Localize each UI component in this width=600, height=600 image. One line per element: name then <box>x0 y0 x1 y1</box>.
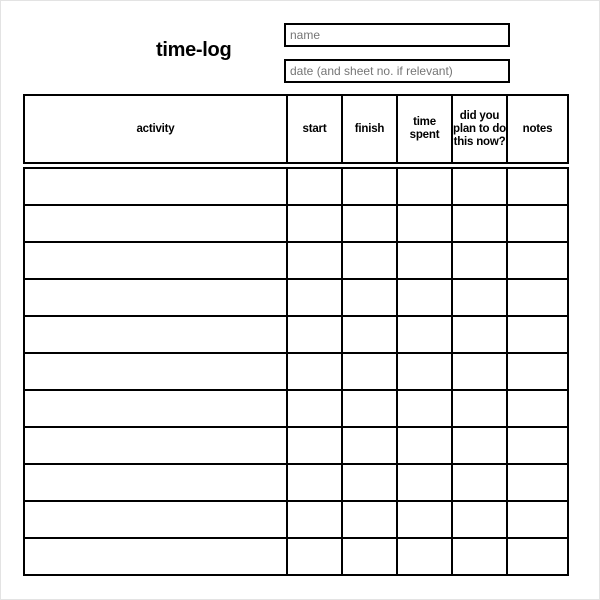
cell-start[interactable] <box>286 463 343 502</box>
cell-plan[interactable] <box>451 167 508 206</box>
cell-spent[interactable] <box>396 278 453 317</box>
cell-start[interactable] <box>286 500 343 539</box>
column-header-did-you-plan: did you plan to do this now? <box>451 94 508 164</box>
table-row <box>23 278 569 317</box>
cell-plan[interactable] <box>451 426 508 465</box>
cell-spent[interactable] <box>396 463 453 502</box>
cell-activity[interactable] <box>23 463 288 502</box>
cell-activity[interactable] <box>23 352 288 391</box>
cell-notes[interactable] <box>506 278 569 317</box>
column-header-finish: finish <box>341 94 398 164</box>
cell-notes[interactable] <box>506 241 569 280</box>
table-row <box>23 500 569 539</box>
cell-notes[interactable] <box>506 426 569 465</box>
cell-plan[interactable] <box>451 537 508 576</box>
table-row <box>23 167 569 206</box>
cell-finish[interactable] <box>341 278 398 317</box>
cell-start[interactable] <box>286 389 343 428</box>
cell-plan[interactable] <box>451 278 508 317</box>
cell-finish[interactable] <box>341 426 398 465</box>
cell-notes[interactable] <box>506 537 569 576</box>
table-row <box>23 389 569 428</box>
cell-start[interactable] <box>286 537 343 576</box>
time-log-sheet: time-log activity start finish time spen… <box>0 0 600 600</box>
cell-plan[interactable] <box>451 500 508 539</box>
column-header-time-spent: time spent <box>396 94 453 164</box>
cell-finish[interactable] <box>341 463 398 502</box>
cell-start[interactable] <box>286 352 343 391</box>
table-row <box>23 241 569 280</box>
table-row <box>23 426 569 465</box>
cell-plan[interactable] <box>451 315 508 354</box>
cell-activity[interactable] <box>23 167 288 206</box>
cell-activity[interactable] <box>23 537 288 576</box>
date-input[interactable] <box>284 59 510 83</box>
cell-finish[interactable] <box>341 315 398 354</box>
cell-spent[interactable] <box>396 537 453 576</box>
cell-spent[interactable] <box>396 500 453 539</box>
cell-notes[interactable] <box>506 204 569 243</box>
cell-start[interactable] <box>286 204 343 243</box>
header-row: activity start finish time spent did you… <box>23 94 569 164</box>
table-header: activity start finish time spent did you… <box>23 94 569 164</box>
cell-plan[interactable] <box>451 352 508 391</box>
cell-start[interactable] <box>286 315 343 354</box>
cell-start[interactable] <box>286 167 343 206</box>
cell-spent[interactable] <box>396 389 453 428</box>
cell-notes[interactable] <box>506 315 569 354</box>
cell-notes[interactable] <box>506 500 569 539</box>
table-row <box>23 315 569 354</box>
cell-activity[interactable] <box>23 500 288 539</box>
cell-activity[interactable] <box>23 241 288 280</box>
cell-activity[interactable] <box>23 389 288 428</box>
name-input[interactable] <box>284 23 510 47</box>
cell-finish[interactable] <box>341 389 398 428</box>
cell-spent[interactable] <box>396 204 453 243</box>
cell-activity[interactable] <box>23 204 288 243</box>
cell-finish[interactable] <box>341 204 398 243</box>
cell-plan[interactable] <box>451 204 508 243</box>
column-header-start: start <box>286 94 343 164</box>
cell-start[interactable] <box>286 426 343 465</box>
cell-spent[interactable] <box>396 352 453 391</box>
cell-activity[interactable] <box>23 426 288 465</box>
cell-finish[interactable] <box>341 500 398 539</box>
table-row <box>23 463 569 502</box>
cell-plan[interactable] <box>451 241 508 280</box>
cell-activity[interactable] <box>23 278 288 317</box>
page-title: time-log <box>156 39 232 61</box>
cell-spent[interactable] <box>396 241 453 280</box>
table-body <box>23 167 569 576</box>
sheet-header: time-log <box>1 1 600 94</box>
cell-spent[interactable] <box>396 167 453 206</box>
cell-finish[interactable] <box>341 352 398 391</box>
cell-notes[interactable] <box>506 463 569 502</box>
cell-spent[interactable] <box>396 315 453 354</box>
cell-plan[interactable] <box>451 389 508 428</box>
cell-finish[interactable] <box>341 537 398 576</box>
cell-notes[interactable] <box>506 167 569 206</box>
table-row <box>23 204 569 243</box>
cell-finish[interactable] <box>341 241 398 280</box>
cell-notes[interactable] <box>506 352 569 391</box>
cell-activity[interactable] <box>23 315 288 354</box>
cell-plan[interactable] <box>451 463 508 502</box>
cell-spent[interactable] <box>396 426 453 465</box>
table-row <box>23 537 569 576</box>
cell-start[interactable] <box>286 241 343 280</box>
cell-start[interactable] <box>286 278 343 317</box>
column-header-notes: notes <box>506 94 569 164</box>
table-row <box>23 352 569 391</box>
cell-notes[interactable] <box>506 389 569 428</box>
column-header-activity: activity <box>23 94 288 164</box>
cell-finish[interactable] <box>341 167 398 206</box>
